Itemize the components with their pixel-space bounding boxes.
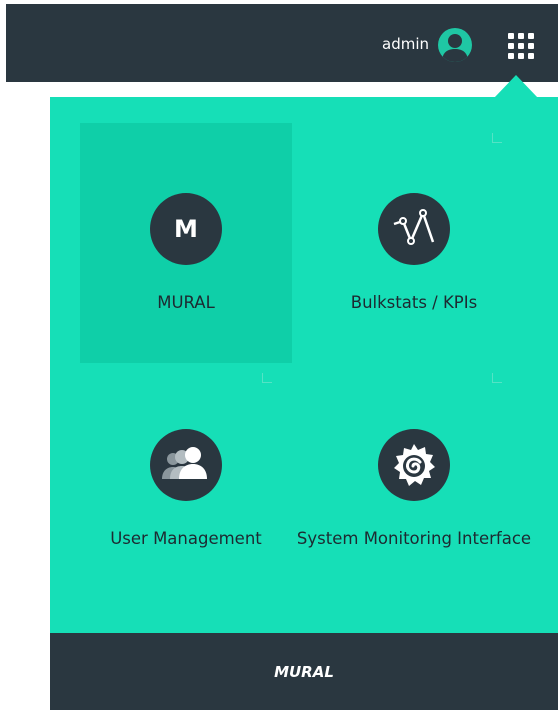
app-tile-bulkstats[interactable]: Bulkstats / KPIs — [308, 123, 520, 363]
app-tile-label: Bulkstats / KPIs — [350, 293, 478, 312]
app-tile-label: System Monitoring Interface — [296, 529, 532, 548]
corner-marker — [492, 373, 502, 383]
panel-pointer — [494, 75, 538, 98]
users-icon — [150, 429, 222, 501]
mural-icon-letter: M — [174, 215, 198, 243]
app-tile-system-monitoring[interactable]: System Monitoring Interface — [297, 359, 531, 599]
grafana-icon — [378, 429, 450, 501]
app-tile-mural[interactable]: M MURAL — [80, 123, 292, 363]
top-bar: admin — [6, 4, 558, 82]
corner-marker — [262, 373, 272, 383]
line-chart-icon — [378, 193, 450, 265]
footer-brand: MURAL — [274, 662, 334, 681]
username-label[interactable]: admin — [382, 35, 429, 53]
user-avatar-icon[interactable] — [438, 28, 472, 62]
app-tile-user-management[interactable]: User Management — [80, 359, 292, 599]
app-grid-icon[interactable] — [506, 31, 536, 61]
app-tile-label: MURAL — [157, 293, 215, 312]
app-tile-label: User Management — [110, 529, 262, 548]
corner-marker — [492, 133, 502, 143]
footer-bar: MURAL — [50, 633, 558, 710]
app-launcher-panel: M MURAL Bulkstats / KPIs User Management… — [50, 97, 558, 633]
mural-letter-icon: M — [150, 193, 222, 265]
